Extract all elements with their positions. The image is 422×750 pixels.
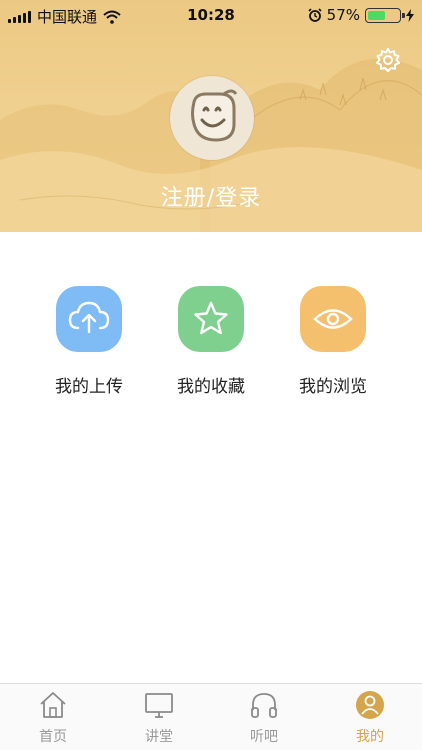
star-icon (178, 286, 244, 352)
tab-bar: 首页 讲堂 听吧 我的 (0, 683, 422, 750)
tab-lecture-label: 讲堂 (145, 729, 173, 745)
alarm-icon (308, 8, 322, 22)
headphones-icon (251, 693, 277, 718)
settings-gear-icon[interactable] (374, 46, 402, 74)
tab-listen[interactable]: 听吧 (224, 690, 304, 746)
eye-icon (300, 286, 366, 352)
profile-header: 中国联通 10:28 57% 注册/登录 (0, 0, 422, 232)
monitor-icon (145, 693, 173, 718)
tab-mine-label: 我的 (356, 729, 384, 745)
battery-icon (365, 7, 405, 23)
smiley-face-icon (191, 89, 238, 142)
my-uploads-button[interactable]: 我的上传 (34, 286, 144, 397)
tab-mine[interactable]: 我的 (330, 690, 410, 746)
my-favorites-button[interactable]: 我的收藏 (156, 286, 266, 397)
battery-percent: 57% (326, 6, 360, 24)
my-uploads-label: 我的上传 (55, 377, 123, 397)
my-favorites-label: 我的收藏 (177, 377, 245, 397)
charging-icon (406, 8, 414, 22)
my-history-button[interactable]: 我的浏览 (278, 286, 388, 397)
cloud-upload-icon (56, 286, 122, 352)
tab-home-label: 首页 (39, 729, 67, 745)
tab-listen-label: 听吧 (250, 729, 278, 745)
login-register-link[interactable]: 注册/登录 (0, 180, 422, 212)
battery-fill (368, 10, 385, 20)
my-history-label: 我的浏览 (299, 377, 367, 397)
avatar[interactable] (170, 76, 254, 160)
user-icon (356, 691, 384, 719)
status-bar: 中国联通 10:28 57% (0, 0, 422, 30)
home-icon (40, 692, 66, 718)
tab-lecture[interactable]: 讲堂 (119, 690, 199, 746)
tab-home[interactable]: 首页 (13, 690, 93, 746)
